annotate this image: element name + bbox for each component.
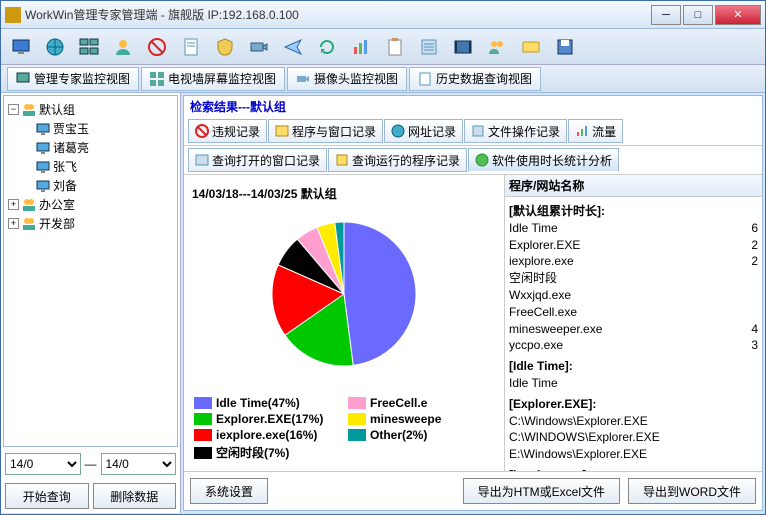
legend-item: Idle Time(47%)	[194, 396, 340, 410]
tree-item[interactable]: 张飞	[53, 158, 77, 175]
legend-item	[348, 444, 494, 461]
export-word-button[interactable]: 导出到WORD文件	[628, 478, 756, 504]
tree-item[interactable]: 诸葛亮	[53, 139, 89, 156]
chart-title: 14/03/18---14/03/25 默认组	[190, 181, 498, 206]
tool-people-icon[interactable]	[483, 33, 511, 61]
tab-window-records[interactable]: 查询打开的窗口记录	[188, 148, 327, 172]
tab-usage-stats[interactable]: 软件使用时长统计分析	[468, 148, 619, 172]
chart-legend: Idle Time(47%) FreeCell.e Explorer.EXE(17%…	[190, 392, 498, 465]
legend-item: FreeCell.e	[348, 396, 494, 410]
app-icon	[5, 7, 21, 23]
close-button[interactable]: ✕	[715, 5, 761, 25]
expand-icon[interactable]: +	[8, 218, 19, 229]
list-group-title: [Idle Time]:	[509, 358, 758, 375]
date-sep: —	[85, 457, 97, 471]
list-row[interactable]: Idle Time	[509, 375, 758, 392]
tool-list-icon[interactable]	[415, 33, 443, 61]
list-row[interactable]: Explorer.EXE2	[509, 237, 758, 254]
legend-item: Explorer.EXE(17%)	[194, 412, 340, 426]
program-list[interactable]: [默认组累计时长]:Idle Time6Explorer.EXE2iexplor…	[505, 197, 762, 471]
list-row[interactable]: 空闲时段	[509, 270, 758, 287]
main-toolbar	[1, 29, 765, 65]
pie-chart	[190, 206, 498, 392]
list-row[interactable]: E:\Windows\Explorer.EXE	[509, 446, 758, 463]
tool-globe-icon[interactable]	[41, 33, 69, 61]
tree-group[interactable]: 办公室	[39, 196, 75, 213]
tree-root-label: 默认组	[39, 101, 75, 118]
start-query-button[interactable]: 开始查询	[5, 483, 89, 509]
tool-clipboard-icon[interactable]	[381, 33, 409, 61]
tab-monitor[interactable]: 管理专家监控视图	[7, 67, 139, 91]
tool-film-icon[interactable]	[449, 33, 477, 61]
tool-block-icon[interactable]	[143, 33, 171, 61]
group-tree[interactable]: − 默认组 贾宝玉 诸葛亮 张飞 刘备 + 办公室 + 开发部	[3, 95, 178, 447]
expand-icon[interactable]: −	[8, 104, 19, 115]
tab-fileop[interactable]: 文件操作记录	[464, 119, 567, 143]
main-tab-bar: 管理专家监控视图 电视墙屏幕监控视图 摄像头监控视图 历史数据查询视图	[1, 65, 765, 93]
tree-group[interactable]: 开发部	[39, 215, 75, 232]
list-row[interactable]: minesweeper.exe4	[509, 321, 758, 338]
search-result-label: 检索结果---默认组	[184, 96, 762, 117]
tab-traffic[interactable]: 流量	[568, 119, 623, 143]
tool-refresh-icon[interactable]	[313, 33, 341, 61]
delete-data-button[interactable]: 删除数据	[93, 483, 177, 509]
list-row[interactable]: Idle Time6	[509, 220, 758, 237]
tab-history[interactable]: 历史数据查询视图	[409, 67, 541, 91]
list-row[interactable]: Wxxjqd.exe	[509, 287, 758, 304]
record-tabs-row1: 违规记录 程序与窗口记录 网址记录 文件操作记录 流量	[184, 117, 762, 146]
tab-program-window[interactable]: 程序与窗口记录	[268, 119, 383, 143]
date-to-select[interactable]: 14/0	[101, 453, 177, 475]
tab-camera[interactable]: 摄像头监控视图	[287, 67, 407, 91]
expand-icon[interactable]: +	[8, 199, 19, 210]
list-group-title: [默认组累计时长]:	[509, 203, 758, 220]
tool-screens-icon[interactable]	[75, 33, 103, 61]
list-row[interactable]: C:\Windows\Explorer.EXE	[509, 413, 758, 430]
date-from-select[interactable]: 14/0	[5, 453, 81, 475]
tree-item[interactable]: 刘备	[53, 177, 77, 194]
tool-camera-icon[interactable]	[245, 33, 273, 61]
system-settings-button[interactable]: 系统设置	[190, 478, 268, 504]
tab-violation[interactable]: 违规记录	[188, 119, 267, 143]
tool-send-icon[interactable]	[279, 33, 307, 61]
window-title: WorkWin管理专家管理端 - 旗舰版 IP:192.168.0.100	[25, 6, 651, 23]
legend-item: Other(2%)	[348, 428, 494, 442]
list-header: 程序/网站名称	[505, 175, 762, 197]
minimize-button[interactable]: ─	[651, 5, 681, 25]
legend-item: minesweepe	[348, 412, 494, 426]
record-tabs-row2: 查询打开的窗口记录 查询运行的程序记录 软件使用时长统计分析	[184, 146, 762, 175]
tree-item[interactable]: 贾宝玉	[53, 120, 89, 137]
tab-url[interactable]: 网址记录	[384, 119, 463, 143]
tab-tvwall[interactable]: 电视墙屏幕监控视图	[141, 67, 285, 91]
tab-program-records[interactable]: 查询运行的程序记录	[328, 148, 467, 172]
tool-shield-icon[interactable]	[211, 33, 239, 61]
tool-user-icon[interactable]	[109, 33, 137, 61]
tool-chart-icon[interactable]	[347, 33, 375, 61]
list-row[interactable]: yccpo.exe3	[509, 337, 758, 354]
list-row[interactable]: iexplore.exe2	[509, 253, 758, 270]
tool-monitor-icon[interactable]	[7, 33, 35, 61]
tool-disk-icon[interactable]	[551, 33, 579, 61]
list-row[interactable]: FreeCell.exe	[509, 304, 758, 321]
export-html-button[interactable]: 导出为HTM或Excel文件	[463, 478, 620, 504]
list-group-title: [Explorer.EXE]:	[509, 396, 758, 413]
list-row[interactable]: C:\WINDOWS\Explorer.EXE	[509, 429, 758, 446]
tool-doc-icon[interactable]	[177, 33, 205, 61]
legend-item: 空闲时段(7%)	[194, 444, 340, 461]
legend-item: iexplore.exe(16%)	[194, 428, 340, 442]
tool-card-icon[interactable]	[517, 33, 545, 61]
maximize-button[interactable]: □	[683, 5, 713, 25]
